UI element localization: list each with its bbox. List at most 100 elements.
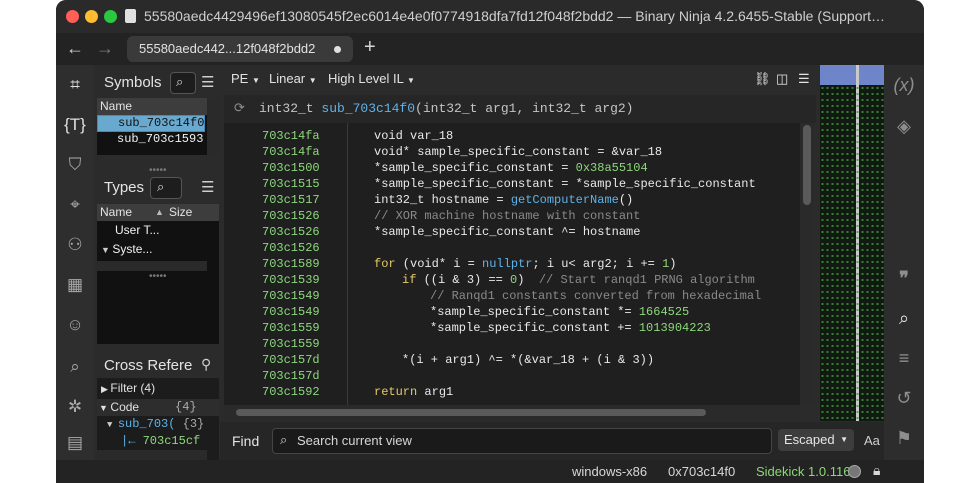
tag-icon[interactable]: ⛉	[63, 153, 87, 177]
types-column-size[interactable]: Size	[169, 204, 192, 221]
splitter-handle[interactable]: •••••	[149, 165, 167, 176]
code-address[interactable]: 703c1549	[262, 288, 320, 304]
code-address[interactable]: 703c157d	[262, 352, 320, 368]
code-line[interactable]: 703c1517 int32_t hostname = getComputerNa…	[224, 192, 800, 208]
linear-dropdown[interactable]: Linear ▼	[269, 71, 317, 86]
flag-icon[interactable]: ⚑	[891, 425, 917, 451]
symbol-row[interactable]: sub_703c14f0	[97, 115, 205, 132]
layers-icon[interactable]: ◈	[891, 113, 917, 139]
code-address[interactable]: 703c14fa	[262, 144, 320, 160]
code-line[interactable]: 703c1589 for (void* i = nullptr; i u< arg…	[224, 256, 800, 272]
code-address[interactable]: 703c1515	[262, 176, 320, 192]
tab-binary[interactable]: 55580aedc442...12f048f2bdd2	[127, 36, 353, 62]
escaped-dropdown[interactable]: Escaped ▼	[778, 429, 854, 451]
code-address[interactable]: 703c157d	[262, 368, 320, 384]
history-icon[interactable]: ↺	[891, 385, 917, 411]
platform-status[interactable]: windows-x86	[572, 464, 647, 479]
terminal-icon[interactable]: ▤	[63, 431, 87, 455]
bug-icon[interactable]: ✲	[63, 395, 87, 419]
types-hscrollbar[interactable]	[97, 261, 207, 271]
types-menu-icon[interactable]: ☰	[201, 178, 214, 196]
code-line[interactable]: 703c1559 *sample_specific_constant += 101…	[224, 320, 800, 336]
code-line[interactable]: 703c1526	[224, 240, 800, 256]
code-line[interactable]: 703c1526 *sample_specific_constant ^= hos…	[224, 224, 800, 240]
pe-dropdown[interactable]: PE ▼	[231, 71, 260, 86]
code-address[interactable]: 703c1589	[262, 256, 320, 272]
sig-name[interactable]: sub_703c14f0	[321, 101, 415, 116]
split-view-icon[interactable]: ◫	[776, 71, 788, 87]
case-sensitive-toggle[interactable]: Aa	[864, 433, 880, 448]
pin-icon[interactable]: ⚲	[201, 356, 211, 373]
il-dropdown[interactable]: High Level IL ▼	[328, 71, 415, 86]
code-line[interactable]: 703c1549 *sample_specific_constant *= 166…	[224, 304, 800, 320]
code-line[interactable]: 703c157d *(i + arg1) ^= *(&var_18 + (i & …	[224, 352, 800, 368]
code-line[interactable]: 703c1549 // Ranqd1 constants converted fr…	[224, 288, 800, 304]
code-address[interactable]: 703c1526	[262, 240, 320, 256]
scroll-thumb[interactable]	[803, 125, 811, 205]
code-line[interactable]: 703c1559	[224, 336, 800, 352]
lines-icon[interactable]: ≡	[891, 345, 917, 371]
types-row-system[interactable]: ▼ Syste...	[97, 240, 219, 259]
types-column-name[interactable]: Name	[100, 205, 132, 219]
types-row[interactable]: User T...	[97, 221, 219, 240]
back-arrow-icon[interactable]: ←	[66, 38, 84, 59]
minimap[interactable]	[820, 65, 884, 421]
zoom-window-button[interactable]	[104, 10, 117, 23]
code-address[interactable]: 703c14fa	[262, 128, 320, 144]
graph-nodes-icon[interactable]: ⚇	[63, 233, 87, 257]
splitter-handle[interactable]: •••••	[149, 271, 167, 282]
quote-comments-icon[interactable]: ❞	[891, 265, 917, 291]
symbols-scrollbar[interactable]	[207, 98, 219, 155]
close-window-button[interactable]	[66, 10, 79, 23]
xrefs-function-row[interactable]: ▼ sub_703( {3}	[107, 417, 204, 431]
link-icon[interactable]: ⛓	[754, 71, 771, 87]
symbol-row[interactable]: sub_703c1593	[97, 132, 219, 147]
new-tab-plus-icon[interactable]: +	[364, 36, 376, 59]
code-hscrollbar[interactable]	[224, 405, 800, 419]
variables-icon[interactable]: (x)	[891, 72, 917, 98]
code-address[interactable]: 703c1539	[262, 272, 320, 288]
code-address[interactable]: 703c1549	[262, 304, 320, 320]
view-menu-icon[interactable]: ☰	[798, 71, 810, 87]
code-line[interactable]: 703c1515 *sample_specific_constant = *sam…	[224, 176, 800, 192]
forward-arrow-icon[interactable]: →	[96, 38, 114, 59]
minimap-viewport[interactable]	[820, 65, 884, 85]
code-line[interactable]: 703c14fa void var_18	[224, 128, 800, 144]
symbols-column-name[interactable]: Name	[97, 98, 219, 115]
code-address[interactable]: 703c1500	[262, 160, 320, 176]
code-vscrollbar[interactable]	[800, 123, 814, 405]
code-address[interactable]: 703c1559	[262, 320, 320, 336]
types-search-button[interactable]: ⌕	[150, 177, 182, 199]
xrefs-code-group[interactable]: ▼ Code {4}	[97, 399, 219, 416]
scroll-thumb[interactable]	[236, 409, 706, 416]
code-line[interactable]: 703c1539 if ((i & 3) == 0) // Start ranqd…	[224, 272, 800, 288]
code-line[interactable]: 703c14fa void* sample_specific_constant =…	[224, 144, 800, 160]
code-line[interactable]: 703c157d	[224, 368, 800, 384]
code-address[interactable]: 703c1592	[262, 384, 320, 400]
xrefs-ref-row[interactable]: |← 703c15cf	[121, 434, 200, 448]
minimize-window-button[interactable]	[85, 10, 98, 23]
code-address[interactable]: 703c1526	[262, 224, 320, 240]
code-address[interactable]: 703c1526	[262, 208, 320, 224]
code-line[interactable]: 703c1526 // XOR machine hostname with con…	[224, 208, 800, 224]
refresh-icon[interactable]: ⟳	[234, 95, 245, 123]
robot-icon[interactable]: ☺	[63, 313, 87, 337]
sidekick-status[interactable]: Sidekick 1.0.116	[756, 464, 850, 479]
code-line[interactable]: 703c1592 return arg1	[224, 384, 800, 400]
search-list-icon[interactable]: ⌕	[63, 355, 87, 379]
location-pin-icon[interactable]: ⌖	[63, 193, 87, 217]
code-view[interactable]: 703c14fa void var_18 703c14fa void* sample_…	[224, 123, 800, 405]
types-braces-icon[interactable]: {T}	[63, 113, 87, 137]
symbols-menu-icon[interactable]: ☰	[201, 73, 214, 91]
symbols-search-button[interactable]: ⌕	[170, 72, 196, 94]
address-status[interactable]: 0x703c14f0	[668, 464, 735, 479]
xrefs-hscrollbar[interactable]	[97, 450, 207, 460]
search-icon[interactable]: ⌕	[891, 305, 917, 331]
table-grid-icon[interactable]: ▦	[63, 273, 87, 297]
xrefs-filter[interactable]: ▶ Filter (4)	[101, 381, 155, 395]
lock-icon[interactable]: 🔒︎	[873, 462, 880, 479]
code-line[interactable]: 703c1500 *sample_specific_constant = 0x38…	[224, 160, 800, 176]
find-input[interactable]: ⌕ Search current view	[272, 428, 772, 454]
hash-symbols-icon[interactable]: ⌗	[63, 73, 87, 97]
code-address[interactable]: 703c1559	[262, 336, 320, 352]
